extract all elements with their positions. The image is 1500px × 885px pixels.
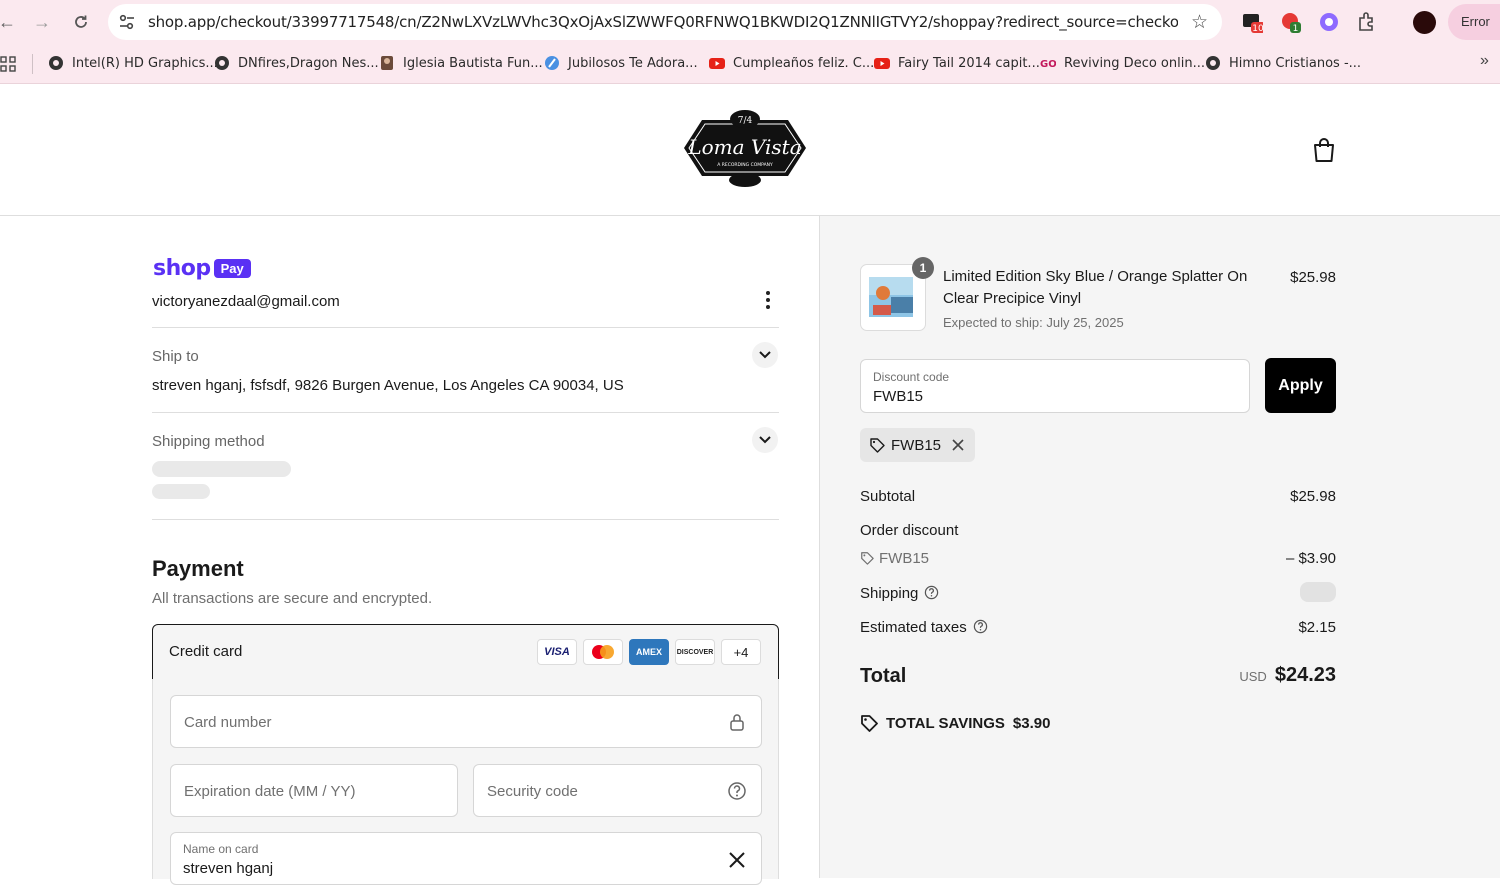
ship-to-label: Ship to	[152, 348, 199, 365]
tag-icon	[870, 438, 885, 453]
bookmark-item[interactable]: DNfires,Dragon Nes...	[214, 53, 379, 73]
shipping-row: Shipping	[860, 582, 1336, 602]
person-photo-icon	[381, 56, 393, 70]
quantity-badge: 1	[912, 257, 934, 279]
shop-pay-logo: shop Pay	[153, 256, 251, 281]
svg-text:GO: GO	[1040, 59, 1056, 70]
order-discount-row: Order discount	[860, 522, 959, 539]
globe-icon	[1206, 56, 1220, 70]
divider	[152, 519, 779, 520]
clear-icon[interactable]	[727, 850, 747, 870]
discover-icon: DISCOVER	[675, 639, 715, 665]
credit-card-label: Credit card	[169, 643, 243, 660]
discount-code-input[interactable]: Discount code FWB15	[860, 359, 1250, 413]
expiration-date-field[interactable]: Expiration date (MM / YY)	[170, 764, 458, 817]
chevron-down-icon	[759, 351, 771, 359]
bookmark-item[interactable]: Fairy Tail 2014 capit...	[874, 53, 1040, 73]
bookmark-item[interactable]: Iglesia Bautista Fun...	[379, 53, 543, 73]
remove-discount-icon[interactable]	[951, 438, 965, 452]
store-header: 7/4 Loma Vista A RECORDING COMPANY	[0, 84, 1500, 216]
extension-icon-3[interactable]	[1318, 11, 1340, 33]
more-cards-badge: +4	[721, 639, 761, 665]
taxes-row: Estimated taxes $2.15	[860, 619, 1336, 636]
order-summary: 1 Limited Edition Sky Blue / Orange Spla…	[820, 216, 1500, 878]
svg-text:10: 10	[1252, 24, 1263, 33]
extensions-puzzle-icon[interactable]	[1356, 11, 1378, 33]
more-bookmarks-icon[interactable]: »	[1480, 52, 1489, 70]
apply-button[interactable]: Apply	[1265, 358, 1336, 413]
lock-icon	[730, 714, 744, 731]
more-options-icon[interactable]	[760, 290, 776, 310]
ship-to-address: streven hganj, fsfsdf, 9826 Burgen Avenu…	[152, 377, 624, 394]
bookmark-item[interactable]: GO Reviving Deco onlin...	[1040, 53, 1205, 73]
credit-card-option[interactable]: Credit card VISA AMEX DISCOVER +4	[152, 624, 779, 680]
profile-avatar[interactable]	[1413, 11, 1436, 34]
bookmarks-bar: Intel(R) HD Graphics... DNfires,Dragon N…	[0, 44, 1500, 84]
divider	[152, 412, 779, 413]
apps-grid-icon[interactable]	[0, 56, 16, 72]
product-ship-date: Expected to ship: July 25, 2025	[943, 315, 1124, 330]
total-savings: TOTAL SAVINGS $3.90	[860, 714, 1050, 732]
taxes-help-icon[interactable]	[973, 619, 988, 634]
browser-toolbar: ← → shop.app/checkout/33997717548/cn/Z2N…	[0, 0, 1500, 44]
tag-icon	[861, 552, 874, 565]
order-discount-code-row: FWB15 – $3.90	[860, 550, 1336, 567]
youtube-icon	[709, 58, 725, 69]
chevron-down-icon	[759, 436, 771, 444]
back-icon[interactable]: ←	[0, 9, 20, 35]
shipping-loading-skeleton	[1300, 582, 1336, 602]
product-title: Limited Edition Sky Blue / Orange Splatt…	[943, 268, 1248, 307]
bookmark-item[interactable]: Cumpleaños feliz. C...	[709, 53, 874, 73]
applied-discount-chip: FWB15	[860, 428, 975, 462]
security-code-field[interactable]: Security code	[473, 764, 762, 817]
shipping-method-label: Shipping method	[152, 433, 265, 450]
total-amount: USD $24.23	[1239, 664, 1336, 686]
svg-text:7/4: 7/4	[738, 116, 753, 126]
globe-icon	[215, 56, 229, 70]
visa-icon: VISA	[537, 639, 577, 665]
loading-skeleton	[152, 461, 291, 477]
product-price: $25.98	[1290, 269, 1336, 286]
shipping-method-expand-button[interactable]	[752, 427, 778, 453]
reload-icon[interactable]	[68, 9, 94, 35]
profile-error-button[interactable]: Error	[1448, 4, 1500, 40]
cart-icon[interactable]	[1312, 137, 1336, 163]
shipping-help-icon[interactable]	[924, 585, 939, 600]
svg-text:Loma Vista: Loma Vista	[687, 135, 801, 159]
globe-icon	[49, 56, 63, 70]
youtube-icon	[874, 58, 890, 69]
payment-heading: Payment	[152, 556, 244, 581]
svg-text:1: 1	[1293, 24, 1299, 33]
svg-text:A RECORDING COMPANY: A RECORDING COMPANY	[717, 162, 773, 168]
help-icon[interactable]	[727, 781, 747, 801]
loading-skeleton	[152, 484, 210, 499]
name-on-card-field[interactable]: Name on card streven hganj	[170, 832, 762, 885]
go-logo-icon: GO	[1040, 59, 1056, 70]
url-text: shop.app/checkout/33997717548/cn/Z2NwLXV…	[148, 13, 1178, 31]
payment-subtitle: All transactions are secure and encrypte…	[152, 590, 433, 607]
checkout-form: shop Pay victoryanezdaal@gmail.com Ship …	[0, 216, 820, 885]
account-email: victoryanezdaal@gmail.com	[152, 293, 340, 310]
site-settings-icon[interactable]	[118, 13, 136, 31]
store-logo[interactable]: 7/4 Loma Vista A RECORDING COMPANY	[682, 106, 808, 190]
bookmark-item[interactable]: Himno Cristianos -...	[1205, 53, 1361, 73]
ship-to-expand-button[interactable]	[752, 342, 778, 368]
extension-icon-1[interactable]: 10	[1241, 11, 1263, 33]
bookmark-item[interactable]: Intel(R) HD Graphics...	[48, 53, 218, 73]
extension-icon-2[interactable]: 1	[1280, 11, 1302, 33]
amex-icon: AMEX	[629, 639, 669, 665]
address-bar[interactable]: shop.app/checkout/33997717548/cn/Z2NwLXV…	[108, 4, 1222, 40]
card-number-field[interactable]: Card number	[170, 695, 762, 748]
total-label: Total	[860, 665, 907, 687]
subtotal-row: Subtotal $25.98	[860, 488, 1336, 505]
divider	[152, 327, 779, 328]
bookmark-item[interactable]: Jubilosos Te Adora...	[544, 53, 698, 73]
mastercard-icon	[583, 639, 623, 665]
credit-card-form: Card number Expiration date (MM / YY) Se…	[152, 679, 779, 885]
forward-icon[interactable]: →	[29, 9, 55, 35]
bookmarks-divider	[32, 54, 33, 74]
feather-icon	[545, 56, 559, 70]
savings-tag-icon	[861, 715, 878, 732]
bookmark-star-icon[interactable]: ☆	[1191, 11, 1208, 34]
